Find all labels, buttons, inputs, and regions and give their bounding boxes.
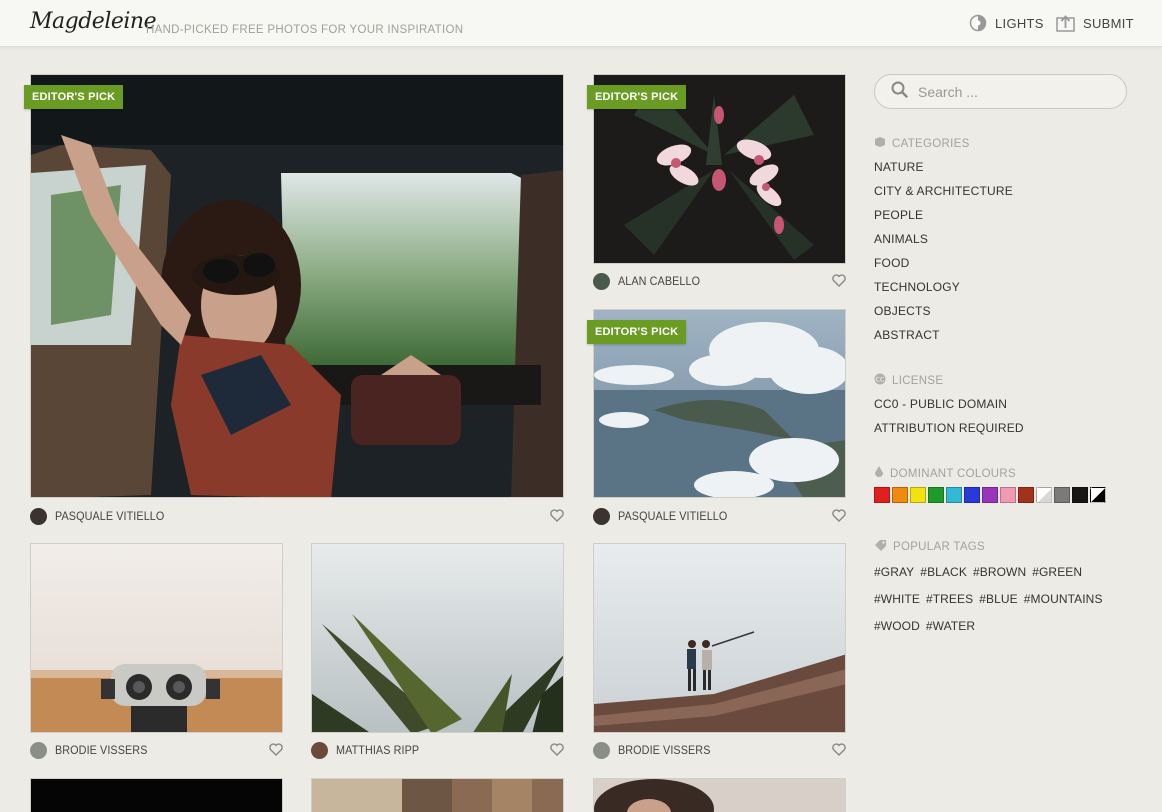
tag-link[interactable]: #GRAY [874,565,914,592]
tag-link[interactable]: #MOUNTAINS [1024,592,1103,619]
author-name[interactable]: ALAN CABELLO [618,274,700,288]
colour-swatch[interactable] [1000,487,1016,503]
colour-swatch[interactable] [1018,487,1034,503]
drop-icon [874,466,884,481]
upload-icon [1056,14,1075,32]
photo-meta: PASQUALE VITIELLO [593,506,846,526]
site-tagline: HAND-PICKED FREE PHOTOS FOR YOUR INSPIRA… [146,24,464,36]
photo-agave-plant[interactable] [311,543,564,733]
heart-icon[interactable] [832,274,846,292]
submit-label: SUBMIT [1083,15,1134,31]
site-logo[interactable]: Magdeleine [30,9,157,34]
colour-swatch[interactable] [1090,487,1106,503]
colour-swatch[interactable] [892,487,908,503]
tag-link[interactable]: #WATER [926,619,975,646]
category-link[interactable]: TECHNOLOGY [874,279,1013,303]
svg-text:cc: cc [876,377,885,384]
lights-label: LIGHTS [995,15,1044,31]
photo-thumbnail[interactable] [30,778,283,812]
heart-icon[interactable] [550,509,564,527]
category-link[interactable]: OBJECTS [874,303,1013,327]
tag-link[interactable]: #TREES [926,592,973,619]
license-title: LICENSE [892,374,944,387]
photo-coin-binoculars[interactable] [30,543,283,733]
avatar [30,741,47,759]
license-link[interactable]: ATTRIBUTION REQUIRED [874,420,1024,444]
author-name[interactable]: PASQUALE VITIELLO [55,509,164,523]
tag-link[interactable]: #GREEN [1032,565,1082,592]
tag-row: #WOOD #WATER [874,619,1124,646]
photo-woman-in-car[interactable] [30,74,564,498]
colour-swatch[interactable] [1036,487,1052,503]
editors-pick-badge: EDITOR'S PICK [587,320,687,344]
tags-title: POPULAR TAGS [893,540,986,553]
author-name[interactable]: PASQUALE VITIELLO [618,509,727,523]
category-link[interactable]: NATURE [874,159,1013,183]
categories-icon [874,136,886,151]
tags-heading: POPULAR TAGS [874,539,985,554]
colour-swatch[interactable] [964,487,980,503]
license-list: CC0 - PUBLIC DOMAIN ATTRIBUTION REQUIRED [874,396,1024,444]
search-input[interactable] [918,83,1108,100]
avatar [593,507,610,525]
tag-row: #GRAY #BLACK #BROWN #GREEN [874,565,1124,592]
tag-link[interactable]: #BROWN [973,565,1026,592]
photo-meta: MATTHIAS RIPP [311,740,564,760]
colour-swatches [874,487,1106,503]
category-link[interactable]: FOOD [874,255,1013,279]
categories-title: CATEGORIES [892,137,970,150]
category-link[interactable]: PEOPLE [874,207,1013,231]
site-header: Magdeleine HAND-PICKED FREE PHOTOS FOR Y… [0,0,1162,47]
editors-pick-badge: EDITOR'S PICK [587,85,687,109]
avatar [593,741,610,759]
colour-swatch[interactable] [874,487,890,503]
license-heading: cc LICENSE [874,373,943,388]
tag-link[interactable]: #WOOD [874,619,920,646]
author-name[interactable]: MATTHIAS RIPP [336,743,419,757]
category-link[interactable]: ABSTRACT [874,327,1013,351]
submit-button[interactable]: SUBMIT [1056,14,1134,32]
photo-meta: BRODIE VISSERS [30,740,283,760]
license-link[interactable]: CC0 - PUBLIC DOMAIN [874,396,1024,420]
colour-swatch[interactable] [910,487,926,503]
photo-hikers-on-slope[interactable] [593,543,846,733]
lights-toggle-button[interactable]: LIGHTS [969,14,1044,32]
heart-icon[interactable] [550,743,564,761]
photo-thumbnail[interactable] [311,778,564,812]
photo-thumbnail[interactable] [593,778,846,812]
colour-swatch[interactable] [946,487,962,503]
author-name[interactable]: BRODIE VISSERS [55,743,147,757]
colour-swatch[interactable] [928,487,944,503]
heart-icon[interactable] [269,743,283,761]
category-link[interactable]: ANIMALS [874,231,1013,255]
colour-swatch[interactable] [982,487,998,503]
tag-link[interactable]: #BLUE [979,592,1018,619]
author-name[interactable]: BRODIE VISSERS [618,743,710,757]
colours-heading: DOMINANT COLOURS [874,466,1016,481]
tag-link[interactable]: #BLACK [920,565,967,592]
tag-icon [874,539,887,554]
popular-tags: #GRAY #BLACK #BROWN #GREEN #WHITE #TREES #BLUE… [874,565,1124,646]
search-box[interactable] [874,74,1127,109]
heart-icon[interactable] [832,743,846,761]
cc-icon: cc [874,373,886,388]
category-link[interactable]: CITY & ARCHITECTURE [874,183,1013,207]
colours-title: DOMINANT COLOURS [890,467,1016,480]
categories-list: NATURE CITY & ARCHITECTURE PEOPLE ANIMAL… [874,159,1013,351]
colour-swatch[interactable] [1072,487,1088,503]
search-icon [891,81,908,103]
photo-meta: ALAN CABELLO [593,271,846,291]
heart-icon[interactable] [832,509,846,527]
editors-pick-badge: EDITOR'S PICK [24,85,124,109]
tag-row: #WHITE #TREES #BLUE #MOUNTAINS [874,592,1124,619]
avatar [593,272,610,290]
colour-swatch[interactable] [1054,487,1070,503]
lights-icon [969,14,987,32]
photo-meta: PASQUALE VITIELLO [30,506,564,526]
avatar [311,741,328,759]
photo-meta: BRODIE VISSERS [593,740,846,760]
categories-heading: CATEGORIES [874,136,970,151]
tag-link[interactable]: #WHITE [874,592,920,619]
avatar [30,507,47,525]
